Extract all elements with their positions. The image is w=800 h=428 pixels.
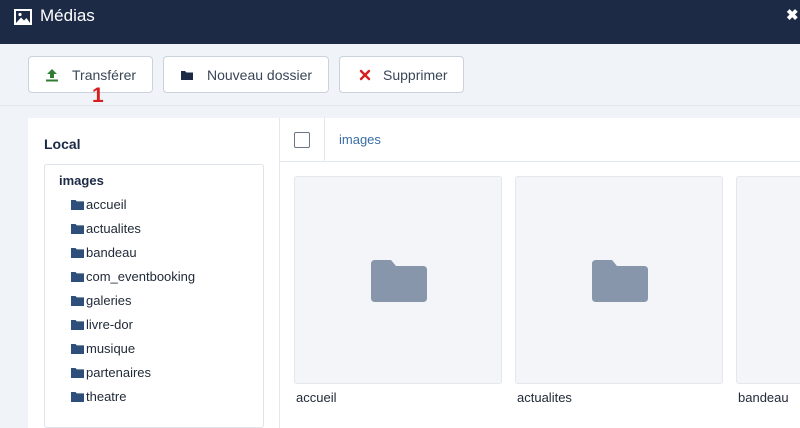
breadcrumb[interactable]: images (339, 132, 381, 147)
tree-item-livre-dor[interactable]: livre-dor (71, 314, 133, 334)
sidebar: Local images accueil actualites bandeau … (28, 118, 280, 428)
modal-titlebar: Médias ✖ (0, 0, 800, 44)
modal-title: Médias (40, 6, 95, 25)
image-icon (14, 9, 32, 25)
tree-item-label: musique (86, 340, 136, 356)
tree-item-musique[interactable]: musique (71, 338, 135, 358)
upload-icon (46, 69, 58, 82)
folder-tree: images accueil actualites bandeau com_ev… (44, 164, 264, 428)
tree-item-label: partenaires (86, 364, 152, 380)
tree-item-label: actualites (86, 220, 141, 236)
folder-icon (181, 71, 193, 80)
folder-icon (71, 223, 84, 234)
tree-item-theatre[interactable]: theatre (71, 386, 126, 406)
step-annotation: 1 (92, 84, 104, 107)
tree-item-label: theatre (86, 388, 127, 404)
folder-card-accueil[interactable] (294, 176, 502, 384)
tree-item-galeries[interactable]: galeries (71, 290, 132, 310)
tree-root[interactable]: images (59, 173, 104, 188)
media-browser: images accueil actualites bandeau (280, 118, 800, 428)
upload-button[interactable]: Transférer (28, 56, 153, 93)
folder-card-label: actualites (517, 390, 572, 405)
upload-button-label: Transférer (72, 67, 137, 83)
folder-icon (71, 247, 84, 258)
divider (324, 118, 325, 162)
delete-button-label: Supprimer (383, 67, 448, 83)
sidebar-title: Local (44, 136, 81, 152)
tree-item-bandeau[interactable]: bandeau (71, 242, 137, 262)
folder-icon (71, 319, 84, 330)
tree-item-label: com_eventbooking (86, 268, 196, 284)
delete-x-icon (359, 69, 371, 81)
folder-icon (71, 295, 84, 306)
tree-item-label: accueil (86, 196, 127, 212)
folder-card-label: bandeau (738, 390, 789, 405)
delete-button[interactable]: Supprimer (339, 56, 464, 93)
folder-card-bandeau[interactable] (736, 176, 800, 384)
tree-item-partenaires[interactable]: partenaires (71, 362, 151, 382)
folder-card-actualites[interactable] (515, 176, 723, 384)
tree-item-label: livre-dor (86, 316, 133, 332)
folder-icon (71, 271, 84, 282)
tree-item-actualites[interactable]: actualites (71, 218, 141, 238)
tree-item-com-eventbooking[interactable]: com_eventbooking (71, 266, 195, 286)
tree-item-label: bandeau (86, 244, 137, 260)
folder-icon (71, 199, 84, 210)
folder-icon (71, 343, 84, 354)
tree-item-label: galeries (86, 292, 132, 308)
new-folder-button[interactable]: Nouveau dossier (163, 56, 329, 93)
select-all-checkbox[interactable] (294, 132, 310, 148)
folder-card-label: accueil (296, 390, 337, 405)
folder-icon (71, 367, 84, 378)
new-folder-button-label: Nouveau dossier (207, 67, 313, 83)
folder-icon (371, 260, 427, 302)
folder-icon (592, 260, 648, 302)
close-icon[interactable]: ✖ (786, 6, 799, 24)
toolbar: Transférer Nouveau dossier Supprimer (0, 44, 800, 106)
folder-icon (71, 391, 84, 402)
tree-item-accueil[interactable]: accueil (71, 194, 126, 214)
browser-header: images (280, 118, 800, 162)
